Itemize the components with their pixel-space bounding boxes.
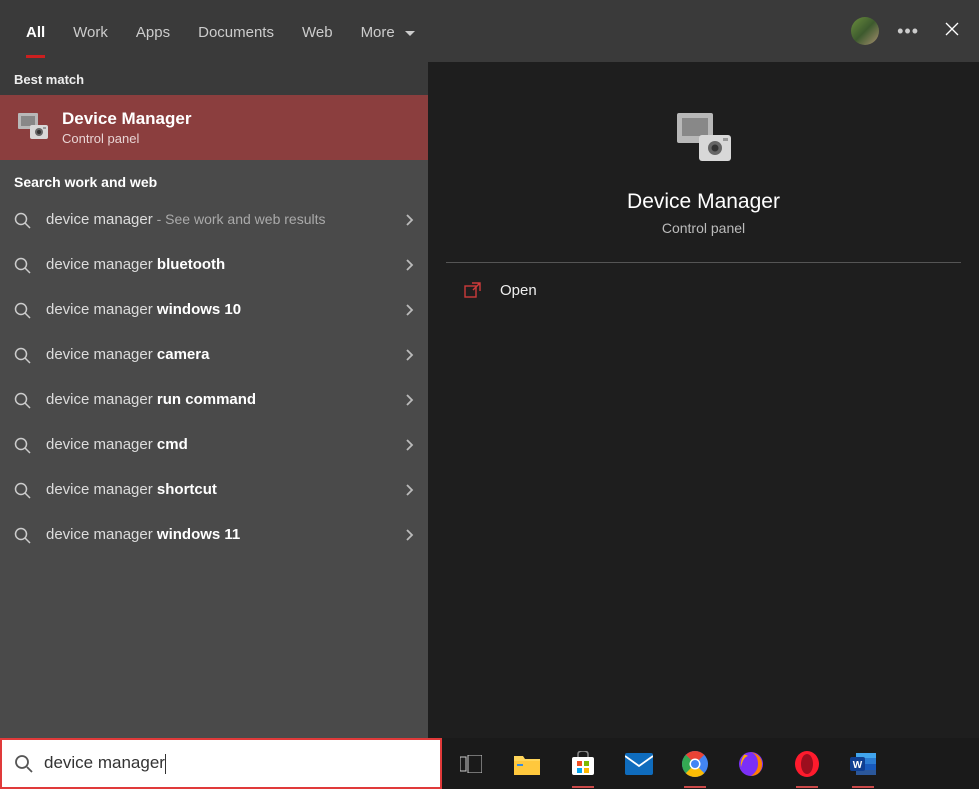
chevron-right-icon xyxy=(406,213,414,229)
search-icon xyxy=(14,212,32,230)
chevron-right-icon xyxy=(406,438,414,454)
search-icon xyxy=(14,302,32,320)
chevron-right-icon xyxy=(406,348,414,364)
best-match-title: Device Manager xyxy=(62,109,191,129)
close-icon[interactable] xyxy=(937,14,967,49)
opera-icon[interactable] xyxy=(792,749,822,779)
open-action[interactable]: Open xyxy=(428,263,979,317)
result-item[interactable]: device manager - See work and web result… xyxy=(0,198,428,243)
search-icon xyxy=(14,392,32,410)
preview-panel: Device Manager Control panel Open xyxy=(428,62,979,738)
tab-all[interactable]: All xyxy=(12,4,59,58)
device-manager-icon xyxy=(16,111,50,145)
mail-icon[interactable] xyxy=(624,749,654,779)
user-avatar[interactable] xyxy=(851,17,879,45)
svg-text:W: W xyxy=(853,760,863,771)
search-tabs: All Work Apps Documents Web More xyxy=(12,4,429,58)
result-text: device manager bluetooth xyxy=(46,255,392,275)
result-text: device manager run command xyxy=(46,390,392,410)
search-icon xyxy=(14,482,32,500)
result-item[interactable]: device manager windows 11 xyxy=(0,513,428,558)
search-query: device manager xyxy=(44,753,428,774)
tab-web[interactable]: Web xyxy=(288,4,347,58)
best-match-header: Best match xyxy=(0,62,428,95)
result-text: device manager shortcut xyxy=(46,480,392,500)
chevron-right-icon xyxy=(406,393,414,409)
options-icon[interactable]: ••• xyxy=(897,21,919,42)
device-manager-large-icon xyxy=(673,110,735,172)
result-text: device manager camera xyxy=(46,345,392,365)
chevron-right-icon xyxy=(406,483,414,499)
file-explorer-icon[interactable] xyxy=(512,749,542,779)
search-icon xyxy=(14,437,32,455)
chrome-icon[interactable] xyxy=(680,749,710,779)
result-item[interactable]: device manager shortcut xyxy=(0,468,428,513)
result-item[interactable]: device manager camera xyxy=(0,333,428,378)
tab-work[interactable]: Work xyxy=(59,4,122,58)
search-web-header: Search work and web xyxy=(0,160,428,198)
result-text: device manager - See work and web result… xyxy=(46,210,392,230)
result-item[interactable]: device manager cmd xyxy=(0,423,428,468)
result-item[interactable]: device manager run command xyxy=(0,378,428,423)
results-panel: Best match Device Manager Control panel … xyxy=(0,62,428,738)
tab-more-label: More xyxy=(361,24,395,41)
result-text: device manager cmd xyxy=(46,435,392,455)
word-icon[interactable]: W xyxy=(848,749,878,779)
search-top-bar: All Work Apps Documents Web More ••• xyxy=(0,0,979,62)
search-icon xyxy=(14,347,32,365)
taskview-icon[interactable] xyxy=(456,749,486,779)
search-input[interactable]: device manager xyxy=(0,738,442,789)
best-match-item[interactable]: Device Manager Control panel xyxy=(0,95,428,160)
chevron-right-icon xyxy=(406,303,414,319)
preview-title: Device Manager xyxy=(627,190,780,214)
chevron-right-icon xyxy=(406,528,414,544)
chevron-right-icon xyxy=(406,258,414,274)
tab-apps[interactable]: Apps xyxy=(122,4,184,58)
result-item[interactable]: device manager windows 10 xyxy=(0,288,428,333)
firefox-icon[interactable] xyxy=(736,749,766,779)
search-icon xyxy=(14,754,34,774)
search-icon xyxy=(14,527,32,545)
open-label: Open xyxy=(500,282,537,299)
taskbar: W xyxy=(442,738,979,789)
tab-more[interactable]: More xyxy=(347,4,429,58)
open-icon xyxy=(464,281,482,299)
result-item[interactable]: device manager bluetooth xyxy=(0,243,428,288)
tab-documents[interactable]: Documents xyxy=(184,4,288,58)
store-icon[interactable] xyxy=(568,749,598,779)
search-icon xyxy=(14,257,32,275)
chevron-down-icon xyxy=(405,24,415,41)
preview-subtitle: Control panel xyxy=(662,220,745,236)
result-text: device manager windows 10 xyxy=(46,300,392,320)
result-text: device manager windows 11 xyxy=(46,525,392,545)
best-match-subtitle: Control panel xyxy=(62,131,191,146)
